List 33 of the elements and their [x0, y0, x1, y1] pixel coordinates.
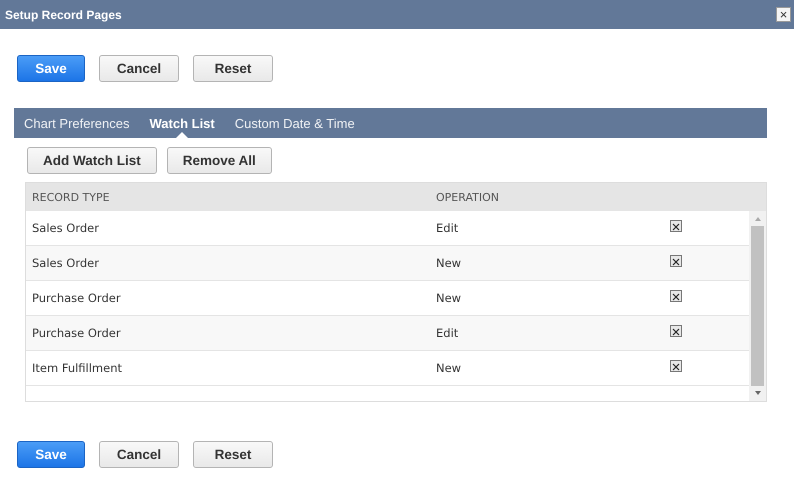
- action-button[interactable]: Cancel: [99, 441, 179, 468]
- column-header: OPERATION: [435, 190, 500, 204]
- delete-button[interactable]: [670, 290, 682, 302]
- table-cell-text: Edit: [435, 326, 460, 340]
- tab[interactable]: Watch List: [150, 108, 215, 138]
- table-cell-text: Purchase Order: [31, 326, 122, 340]
- table-cell-text: New: [435, 291, 462, 305]
- save-button[interactable]: Save: [17, 441, 85, 468]
- tab[interactable]: Custom Date & Time: [234, 108, 355, 138]
- list-button[interactable]: Remove All: [166, 147, 272, 174]
- save-button[interactable]: Save: [17, 55, 85, 82]
- delete-button[interactable]: [670, 325, 682, 337]
- close-button[interactable]: ×: [776, 7, 791, 22]
- scroll-down-icon[interactable]: [754, 389, 762, 397]
- table-cell-text: Sales Order: [31, 221, 100, 235]
- table-cell-text: Purchase Order: [31, 291, 122, 305]
- table-cell-text: Item Fulfillment: [31, 361, 124, 375]
- tab[interactable]: Chart Preferences: [24, 108, 130, 138]
- action-button[interactable]: Reset: [193, 55, 273, 82]
- delete-button[interactable]: [670, 360, 682, 372]
- table-cell-text: New: [435, 361, 462, 375]
- delete-button[interactable]: [670, 255, 682, 267]
- window-title: Setup Record Pages: [5, 8, 122, 22]
- scrollbar[interactable]: [749, 211, 766, 401]
- list-button[interactable]: Add Watch List: [27, 147, 157, 174]
- action-button[interactable]: Cancel: [99, 55, 179, 82]
- table-cell-text: Sales Order: [31, 256, 100, 270]
- table-cell-text: Edit: [435, 221, 460, 235]
- action-button[interactable]: Reset: [193, 441, 273, 468]
- scroll-thumb[interactable]: [751, 226, 764, 386]
- column-header: RECORD TYPE: [31, 190, 111, 204]
- delete-button[interactable]: [670, 220, 682, 232]
- table-cell-text: New: [435, 256, 462, 270]
